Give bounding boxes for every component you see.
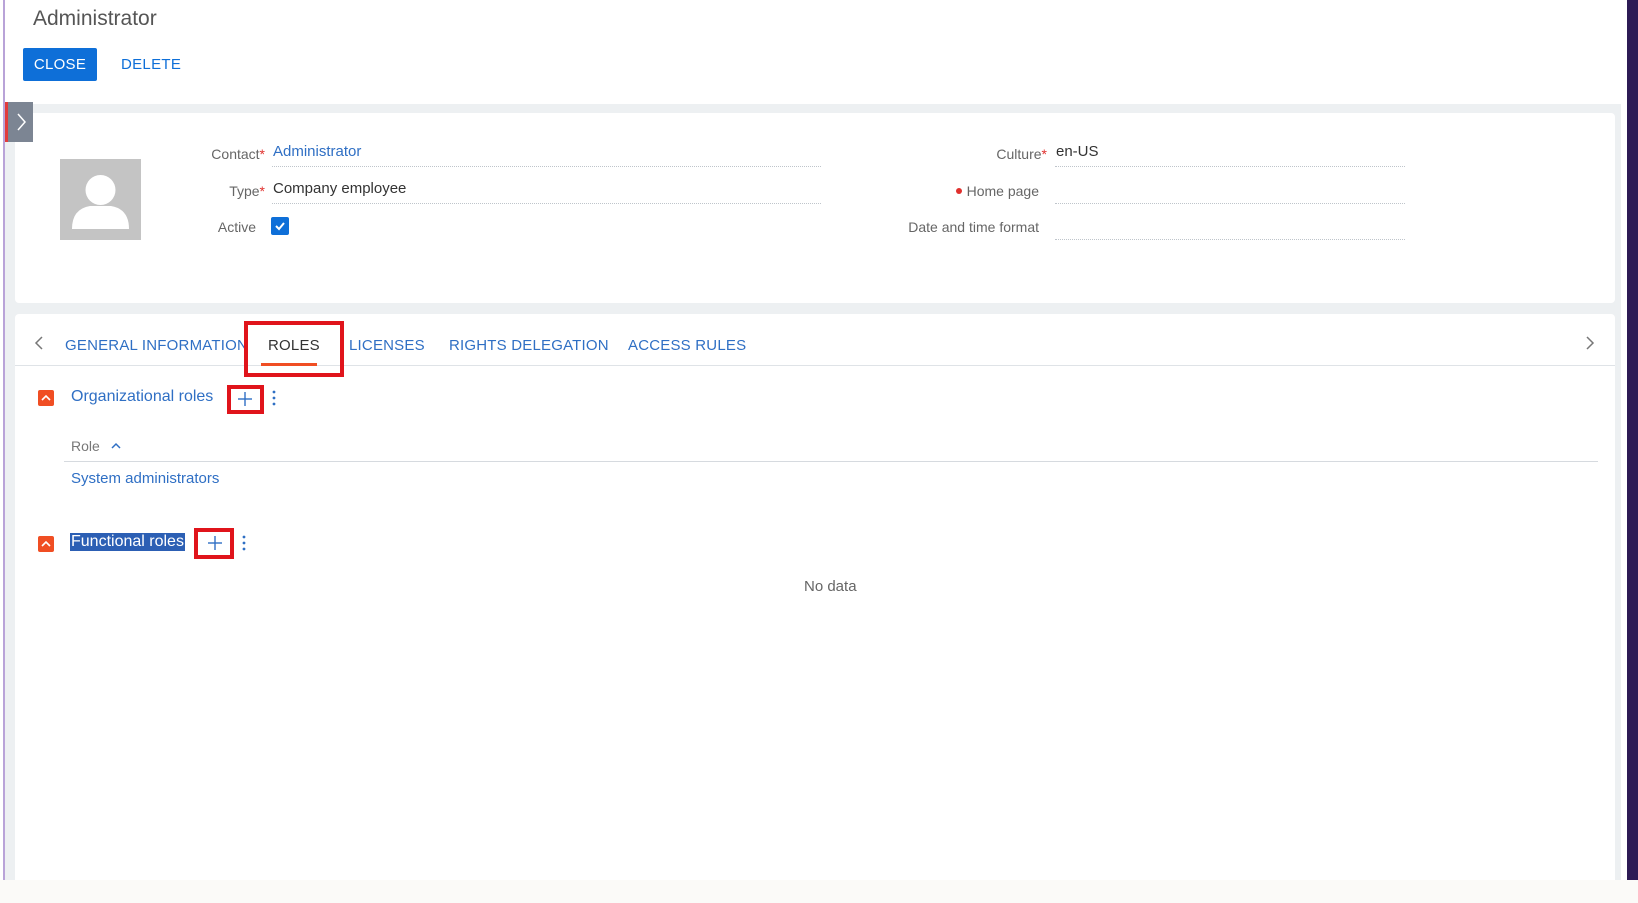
contact-field[interactable]: Administrator (273, 143, 361, 160)
chevron-up-icon (41, 540, 51, 547)
chevron-right-icon (16, 113, 26, 131)
table-header-divider (64, 461, 1598, 462)
required-marker: * (259, 183, 265, 199)
type-label: Type* (195, 183, 265, 199)
culture-field[interactable]: en-US (1056, 143, 1099, 160)
functional-roles-title[interactable]: Functional roles (70, 533, 185, 551)
contact-label-text: Contact (211, 146, 260, 162)
org-roles-menu[interactable] (272, 390, 276, 410)
type-field[interactable]: Company employee (273, 180, 406, 197)
tabs-scroll-right[interactable] (1584, 333, 1596, 359)
roles-tab-highlight (244, 321, 344, 377)
org-roles-title[interactable]: Organizational roles (71, 388, 213, 406)
home-page-underline (1055, 203, 1405, 204)
functional-roles-collapse-button[interactable] (38, 536, 54, 552)
kebab-menu-icon (242, 535, 246, 551)
sidebar-toggle[interactable] (5, 102, 33, 142)
tab-general-information[interactable]: GENERAL INFORMATION (65, 337, 248, 354)
date-format-field[interactable] (1056, 216, 1406, 236)
empty-state-text: No data (804, 578, 857, 595)
contact-label: Contact* (195, 146, 265, 162)
functional-roles-menu[interactable] (242, 535, 246, 555)
type-label-text: Type (229, 183, 260, 199)
avatar[interactable] (60, 159, 141, 240)
date-format-label: Date and time format (908, 219, 1039, 235)
active-label: Active (217, 219, 256, 235)
contact-underline (272, 166, 821, 167)
bottom-edge (0, 880, 1638, 903)
home-page-field[interactable] (1056, 180, 1406, 200)
tabs-scroll-left[interactable] (33, 333, 45, 359)
role-column-label: Role (71, 438, 100, 454)
required-marker: * (1041, 146, 1047, 162)
active-checkbox[interactable] (271, 217, 289, 235)
tab-access-rules[interactable]: ACCESS RULES (628, 337, 746, 354)
page-title: Administrator (33, 7, 157, 30)
org-roles-add-highlight (227, 385, 264, 414)
page-header: Administrator (5, 0, 1621, 104)
checkmark-icon (275, 222, 285, 231)
tab-rights-delegation[interactable]: RIGHTS DELEGATION (449, 337, 609, 354)
delete-button[interactable]: DELETE (113, 48, 189, 81)
home-page-label: Home page (966, 183, 1039, 199)
profile-card (15, 113, 1615, 303)
chevron-up-icon (41, 394, 51, 401)
chevron-right-icon (1586, 336, 1595, 350)
culture-underline (1055, 166, 1405, 167)
culture-label-text: Culture (996, 146, 1042, 162)
kebab-menu-icon (272, 390, 276, 406)
role-column-header[interactable]: Role (71, 438, 122, 454)
required-marker: * (259, 146, 265, 162)
sort-ascending-icon (111, 442, 121, 449)
functional-roles-add-highlight (194, 528, 234, 559)
type-underline (272, 203, 821, 204)
tab-licenses[interactable]: LICENSES (349, 337, 425, 354)
close-button[interactable]: CLOSE (23, 48, 97, 81)
chevron-left-icon (34, 336, 43, 350)
date-format-underline (1055, 239, 1405, 240)
culture-label: Culture* (960, 146, 1047, 162)
window-right-border (1627, 0, 1638, 903)
table-row[interactable]: System administrators (71, 470, 219, 487)
org-roles-collapse-button[interactable] (38, 390, 54, 406)
user-silhouette-icon (60, 159, 141, 240)
